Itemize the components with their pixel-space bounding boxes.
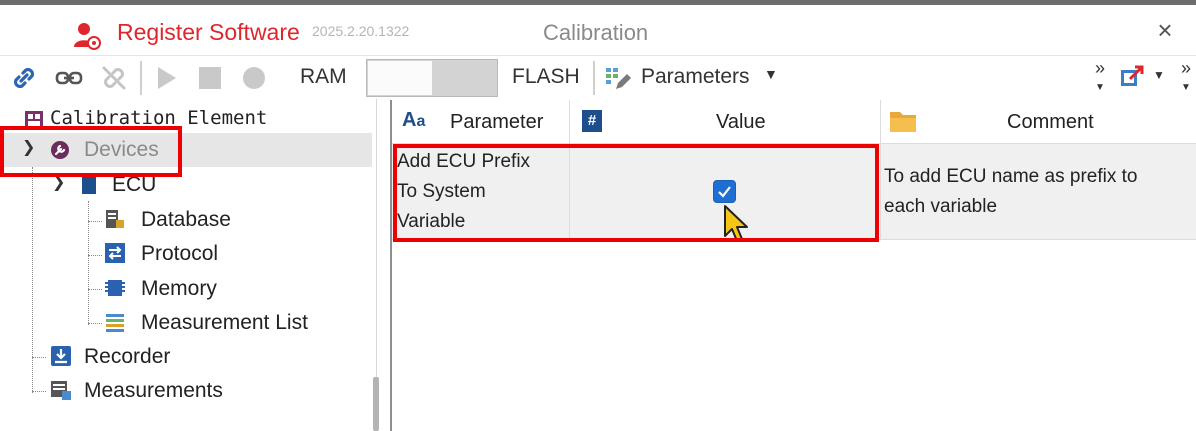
comment-text: To add ECU name as prefix to each variab…: [884, 166, 1138, 217]
tree-item-protocol[interactable]: Protocol: [104, 239, 364, 269]
record-icon[interactable]: [240, 64, 268, 92]
text-aa-icon: Aa: [402, 109, 426, 131]
protocol-icon: [105, 243, 125, 263]
grid-header: Aa Parameter # Value Comment: [392, 100, 1196, 144]
tree-item-label: Measurement List: [141, 311, 308, 334]
column-label: Parameter: [450, 111, 544, 133]
play-icon[interactable]: [152, 64, 180, 92]
title-bar: Register Software 2025.2.20.1322 Calibra…: [0, 5, 1196, 55]
parameters-caret-icon[interactable]: ▼: [764, 66, 778, 82]
memory-chip-icon: [105, 280, 125, 296]
stop-icon[interactable]: [196, 64, 224, 92]
comment-cell[interactable]: To add ECU name as prefix to each variab…: [881, 144, 1196, 240]
tree-connector: [88, 323, 102, 324]
parameters-grid: Aa Parameter # Value Comment Add ECU Pre…: [390, 100, 1196, 431]
tree-item-recorder[interactable]: Recorder: [50, 342, 350, 372]
column-header-comment[interactable]: Comment: [881, 100, 1196, 144]
tree-connector: [88, 255, 102, 256]
hash-icon: #: [582, 110, 602, 132]
ram-flash-toggle[interactable]: [366, 59, 498, 97]
export-caret-icon[interactable]: ▼: [1153, 68, 1165, 82]
tree-scrollbar[interactable]: [373, 377, 379, 431]
tree-item-memory[interactable]: Memory: [104, 274, 364, 304]
flash-label: FLASH: [512, 65, 580, 88]
tree-item-label: Protocol: [141, 242, 219, 265]
ecu-icon: [82, 176, 96, 194]
measurements-icon: [51, 381, 71, 400]
tree-item-label: Measurements: [84, 379, 223, 402]
overflow-chevron-icon[interactable]: » ▼: [1091, 59, 1109, 96]
tree-connector: [88, 201, 89, 325]
overflow-chevron-icon[interactable]: » ▼: [1177, 59, 1195, 96]
connect-link-icon[interactable]: [10, 64, 38, 92]
tree-item-measurements[interactable]: Measurements: [50, 376, 350, 406]
register-software-logo-icon: [74, 23, 101, 50]
tree-item-database[interactable]: Database: [104, 205, 364, 235]
tree-item-label: Memory: [141, 277, 217, 300]
tree-connector: [32, 391, 46, 392]
tree-connector: [88, 289, 102, 290]
parameters-edit-icon[interactable]: [604, 65, 632, 93]
tree-item-label: Recorder: [84, 345, 171, 368]
column-header-value[interactable]: # Value: [570, 100, 881, 144]
database-icon: [106, 210, 124, 228]
row-annotation-box: [393, 144, 879, 242]
close-button[interactable]: ×: [1153, 17, 1177, 43]
calibration-tree: Calibration Element ❯ Devices ❯ ECU Data…: [0, 99, 379, 431]
devices-annotation-box: [0, 126, 182, 177]
app-title: Register Software: [117, 19, 300, 45]
tree-item-measurement-list[interactable]: Measurement List: [104, 308, 364, 338]
folder-icon: [890, 112, 916, 132]
tree-item-label: Database: [141, 208, 231, 231]
tree-connector: [32, 167, 33, 393]
export-icon[interactable]: [1118, 63, 1146, 91]
tree-connector: [88, 221, 102, 222]
column-label: Value: [716, 111, 766, 133]
toggle-knob[interactable]: [368, 61, 432, 95]
column-header-parameter[interactable]: Aa Parameter: [392, 100, 570, 144]
ram-label: RAM: [300, 65, 347, 88]
app-version: 2025.2.20.1322: [312, 23, 410, 39]
disconnect-link-icon[interactable]: [100, 64, 128, 92]
toolbar-separator: [593, 61, 595, 95]
chain-link-icon[interactable]: [55, 64, 83, 92]
toolbar: RAM FLASH Parameters ▼ » ▼ ▼ » ▼: [0, 55, 1196, 99]
column-label: Comment: [1007, 111, 1094, 133]
parameters-dropdown[interactable]: Parameters: [641, 65, 750, 89]
window-title: Calibration: [543, 20, 649, 45]
recorder-icon: [51, 346, 71, 366]
measurement-list-icon: [106, 314, 124, 332]
tree-connector: [32, 357, 46, 358]
toolbar-separator: [140, 61, 142, 95]
